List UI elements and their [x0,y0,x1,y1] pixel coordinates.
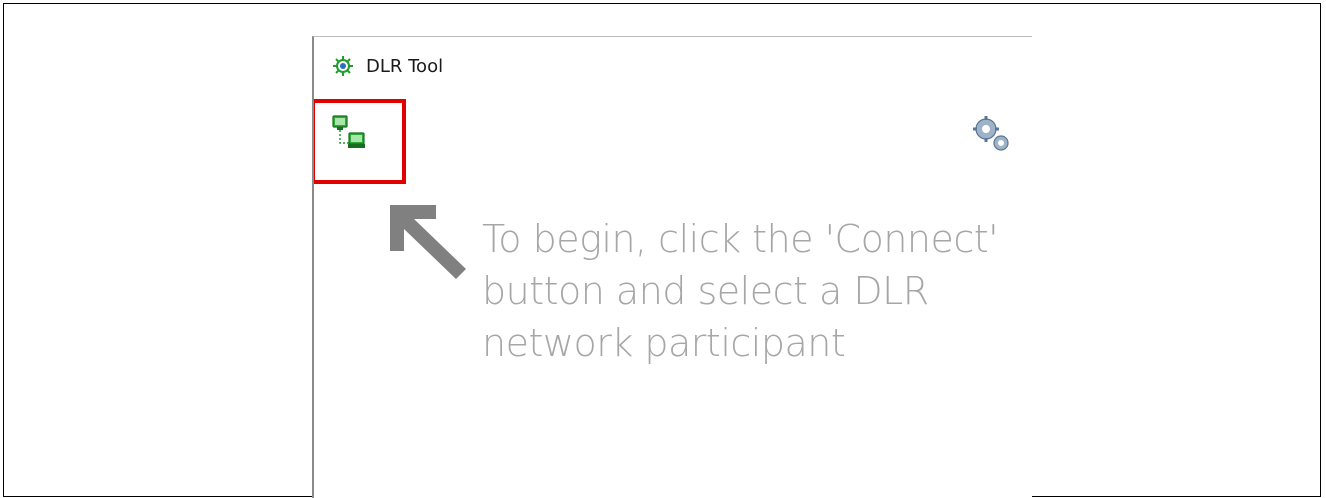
hint-line: button and select a DLR [482,269,929,313]
title-bar: DLR Tool [314,37,1032,93]
arrow-up-left-icon [390,205,466,279]
hint-line: To begin, click the 'Connect' [482,217,999,261]
dlr-tool-window: DLR Tool To begin, click the 'Connect' b… [312,36,1032,498]
window-title: DLR Tool [366,56,444,77]
getting-started-hint: To begin, click the 'Connect' button and… [482,213,1022,369]
connect-network-icon[interactable] [332,115,366,151]
app-logo-icon [333,56,353,76]
hint-line: network participant [482,321,846,365]
gears-icon[interactable] [970,113,1012,155]
